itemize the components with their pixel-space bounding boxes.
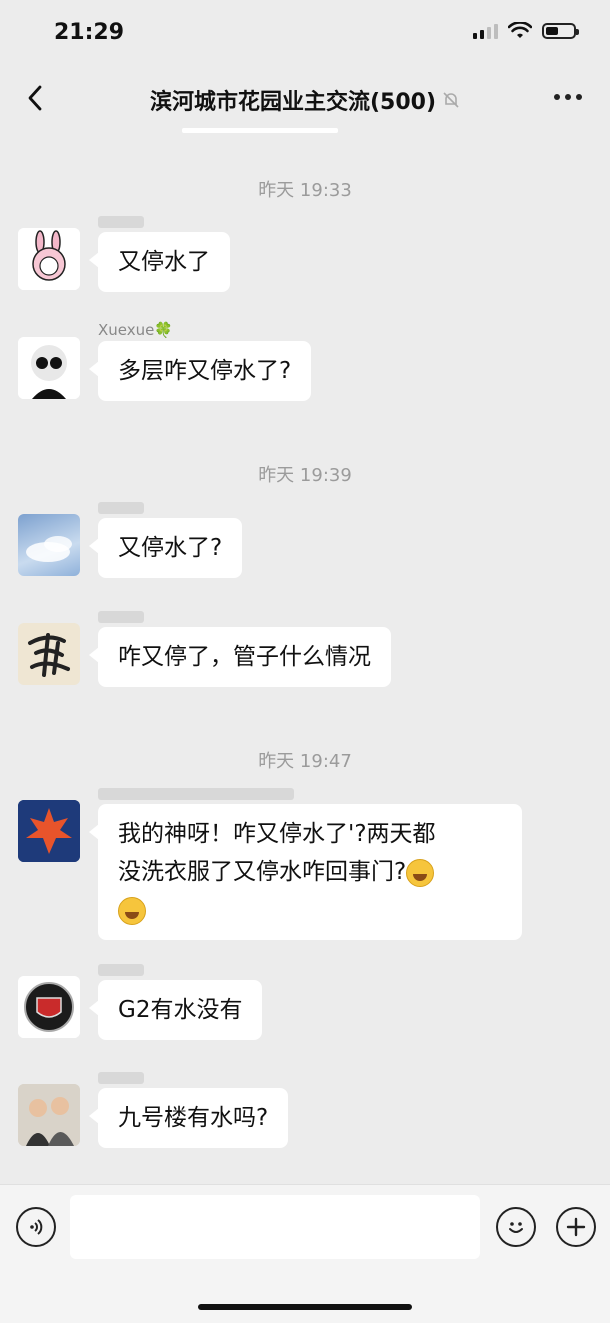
status-time: 21:29 (54, 20, 125, 45)
previous-message-edge (182, 128, 338, 133)
sender-name (98, 216, 144, 228)
message-row: 咋又停了，管子什么情况 (18, 611, 598, 713)
sender-name (98, 964, 144, 976)
avatar[interactable] (18, 623, 80, 685)
sender-name (98, 502, 144, 514)
message-bubble: G2有水没有 (88, 980, 263, 1040)
message-bubble: 又停水了 (89, 232, 230, 292)
message-row: 又停水了 (18, 216, 598, 318)
avatar[interactable] (18, 1084, 80, 1146)
laugh-cry-emoji-icon (406, 858, 435, 887)
chat-header: 滨河城市花园业主交流(500) (0, 64, 610, 132)
message-bubble: 我的神呀！咋又停水了'?两天都 没洗衣服了又停水咋回事门? (89, 804, 522, 940)
input-bar (0, 1184, 610, 1323)
bell-mute-icon (442, 92, 460, 114)
chat-title: 滨河城市花园业主交流(500) (0, 84, 610, 116)
message-row: 九号楼有水吗? (18, 1072, 598, 1174)
timestamp: 昨天 19:39 (258, 465, 352, 486)
battery-icon (542, 23, 579, 39)
timestamp: 昨天 19:33 (258, 180, 352, 201)
sender-name (98, 1072, 144, 1084)
message-row: G2有水没有 (18, 964, 598, 1066)
message-input[interactable] (70, 1195, 480, 1259)
voice-icon[interactable] (16, 1207, 56, 1247)
sender-name: Xuexue🍀 (98, 321, 174, 339)
message-bubble: 多层咋又停水了? (88, 341, 312, 401)
plus-icon[interactable] (556, 1207, 596, 1247)
laugh-cry-emoji-icon (118, 896, 146, 925)
message-row: Xuexue🍀 多层咋又停水了? (18, 321, 598, 427)
message-row: 又停水了? (18, 502, 598, 604)
cellular-signal-icon (473, 23, 498, 39)
message-bubble: 又停水了? (88, 518, 243, 578)
message-bubble: 九号楼有水吗? (88, 1088, 289, 1148)
avatar[interactable] (18, 514, 80, 576)
avatar[interactable] (18, 976, 80, 1038)
chat-title-text: 滨河城市花园业主交流(500) (149, 90, 437, 115)
emoji-icon[interactable] (496, 1207, 536, 1247)
status-bar: 21:29 (0, 0, 610, 64)
wifi-icon (508, 22, 532, 38)
avatar[interactable] (18, 228, 80, 290)
sender-name (98, 611, 144, 623)
message-bubble: 咋又停了，管子什么情况 (89, 627, 391, 687)
message-line: 没洗衣服了又停水咋回事门? (118, 859, 407, 885)
more-dots-icon[interactable] (554, 94, 582, 100)
avatar[interactable] (18, 800, 80, 862)
timestamp: 昨天 19:47 (258, 751, 352, 772)
avatar[interactable] (18, 337, 80, 399)
home-indicator[interactable] (198, 1304, 412, 1310)
message-row: 我的神呀！咋又停水了'?两天都 没洗衣服了又停水咋回事门? (18, 788, 598, 960)
sender-name (98, 788, 294, 800)
status-icons (473, 22, 579, 40)
message-line: 我的神呀！咋又停水了'?两天都 (118, 821, 436, 847)
